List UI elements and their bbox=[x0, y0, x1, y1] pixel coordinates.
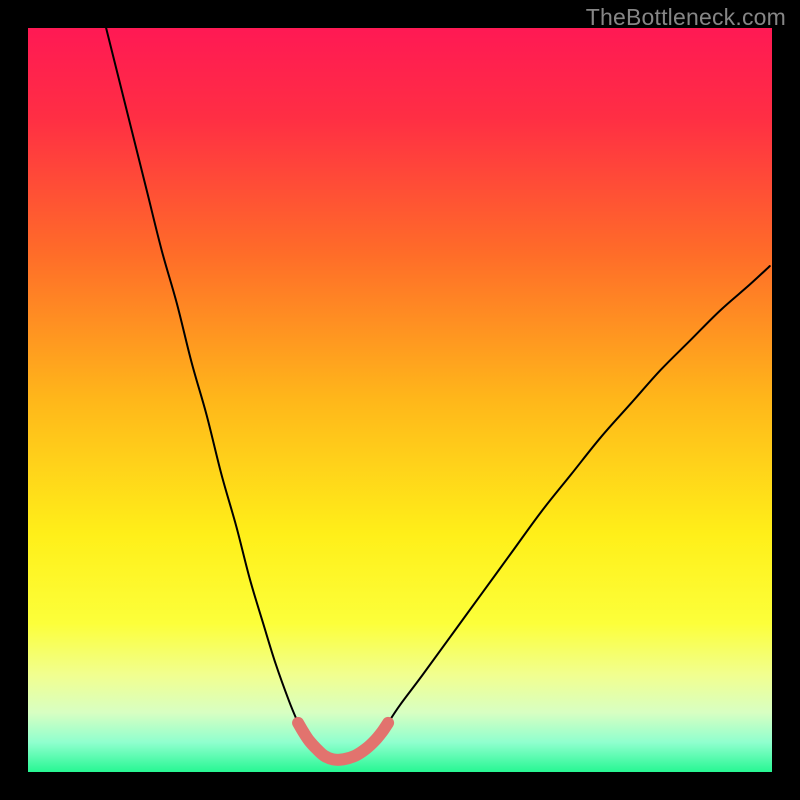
watermark-text: TheBottleneck.com bbox=[586, 4, 786, 31]
bottom-highlight-path bbox=[298, 723, 388, 760]
chart-curves bbox=[28, 28, 772, 772]
plot-area bbox=[28, 28, 772, 772]
left-branch-path bbox=[106, 28, 298, 723]
chart-stage: TheBottleneck.com bbox=[0, 0, 800, 800]
right-branch-path bbox=[388, 266, 770, 723]
